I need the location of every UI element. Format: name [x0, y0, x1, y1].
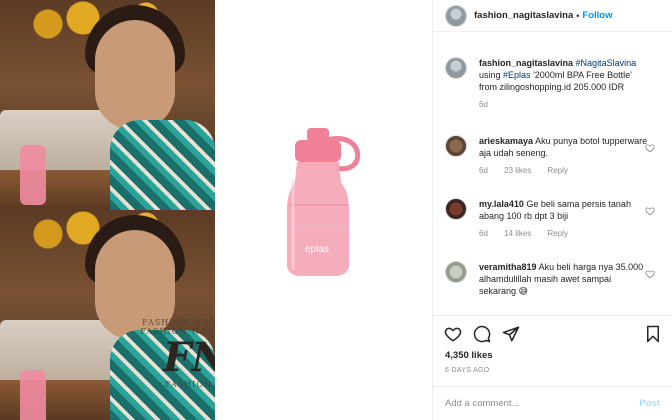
comment-input[interactable]: Add a comment... — [445, 398, 519, 409]
post-side-panel: fashion_nagitaslavina • Follow fashion_n… — [433, 0, 672, 420]
photo-top — [0, 0, 215, 210]
avatar[interactable] — [445, 57, 467, 79]
post-actions: 4,350 likes 6 DAYS AGO — [433, 315, 672, 385]
post-date[interactable]: 6 DAYS AGO — [445, 367, 490, 374]
reply-button[interactable]: Reply — [548, 229, 568, 238]
follow-button[interactable]: Follow — [582, 10, 612, 21]
header-username[interactable]: fashion_nagitaslavina — [474, 10, 573, 21]
heart-icon[interactable] — [645, 143, 655, 153]
avatar[interactable] — [445, 135, 467, 157]
comments-list: fashion_nagitaslavina #NagitaSlavina usi… — [433, 33, 672, 315]
avatar[interactable] — [445, 198, 467, 220]
comment-age[interactable]: 6d — [479, 229, 488, 238]
comment-username[interactable]: veramitha819 — [479, 262, 537, 272]
caption-text: '2000ml BPA Free Bottle' from zilingosho… — [479, 70, 632, 92]
post-header: fashion_nagitaslavina • Follow — [433, 0, 672, 32]
like-heart-icon[interactable] — [444, 325, 462, 343]
heart-icon[interactable] — [645, 269, 655, 279]
avatar[interactable] — [445, 261, 467, 283]
caption-hashtag[interactable]: #NagitaSlavina — [576, 58, 637, 68]
product-image: eplas — [215, 0, 432, 420]
share-plane-icon[interactable] — [502, 325, 520, 343]
comment-likes[interactable]: 14 likes — [504, 229, 531, 238]
caption-text-before-tag: using — [479, 70, 501, 80]
post-media[interactable]: FASHION_NAGITASLAVINA FASHION_NAGITA SLA… — [0, 0, 432, 420]
post-button[interactable]: Post — [639, 398, 660, 409]
caption-age[interactable]: 6d — [479, 100, 488, 109]
avatar[interactable] — [445, 4, 467, 27]
comment-bubble-icon[interactable] — [473, 325, 491, 343]
caption-username[interactable]: fashion_nagitaslavina — [479, 58, 573, 68]
caption-tag[interactable]: #Eplas — [503, 70, 531, 80]
reply-button[interactable]: Reply — [548, 166, 568, 175]
comment-username[interactable]: my.lala410 — [479, 199, 524, 209]
add-comment-bar: Add a comment... Post — [433, 386, 672, 420]
bottle-brand-text: eplas — [305, 244, 329, 255]
water-bottle-image: eplas — [287, 128, 361, 276]
like-count[interactable]: 4,350 likes — [445, 350, 493, 361]
comment-likes[interactable]: 23 likes — [504, 166, 531, 175]
heart-icon[interactable] — [645, 206, 655, 216]
bookmark-icon[interactable] — [644, 325, 662, 343]
comment-age[interactable]: 6d — [479, 166, 488, 175]
header-separator: • — [576, 10, 580, 21]
comment-username[interactable]: arieskamaya — [479, 136, 533, 146]
